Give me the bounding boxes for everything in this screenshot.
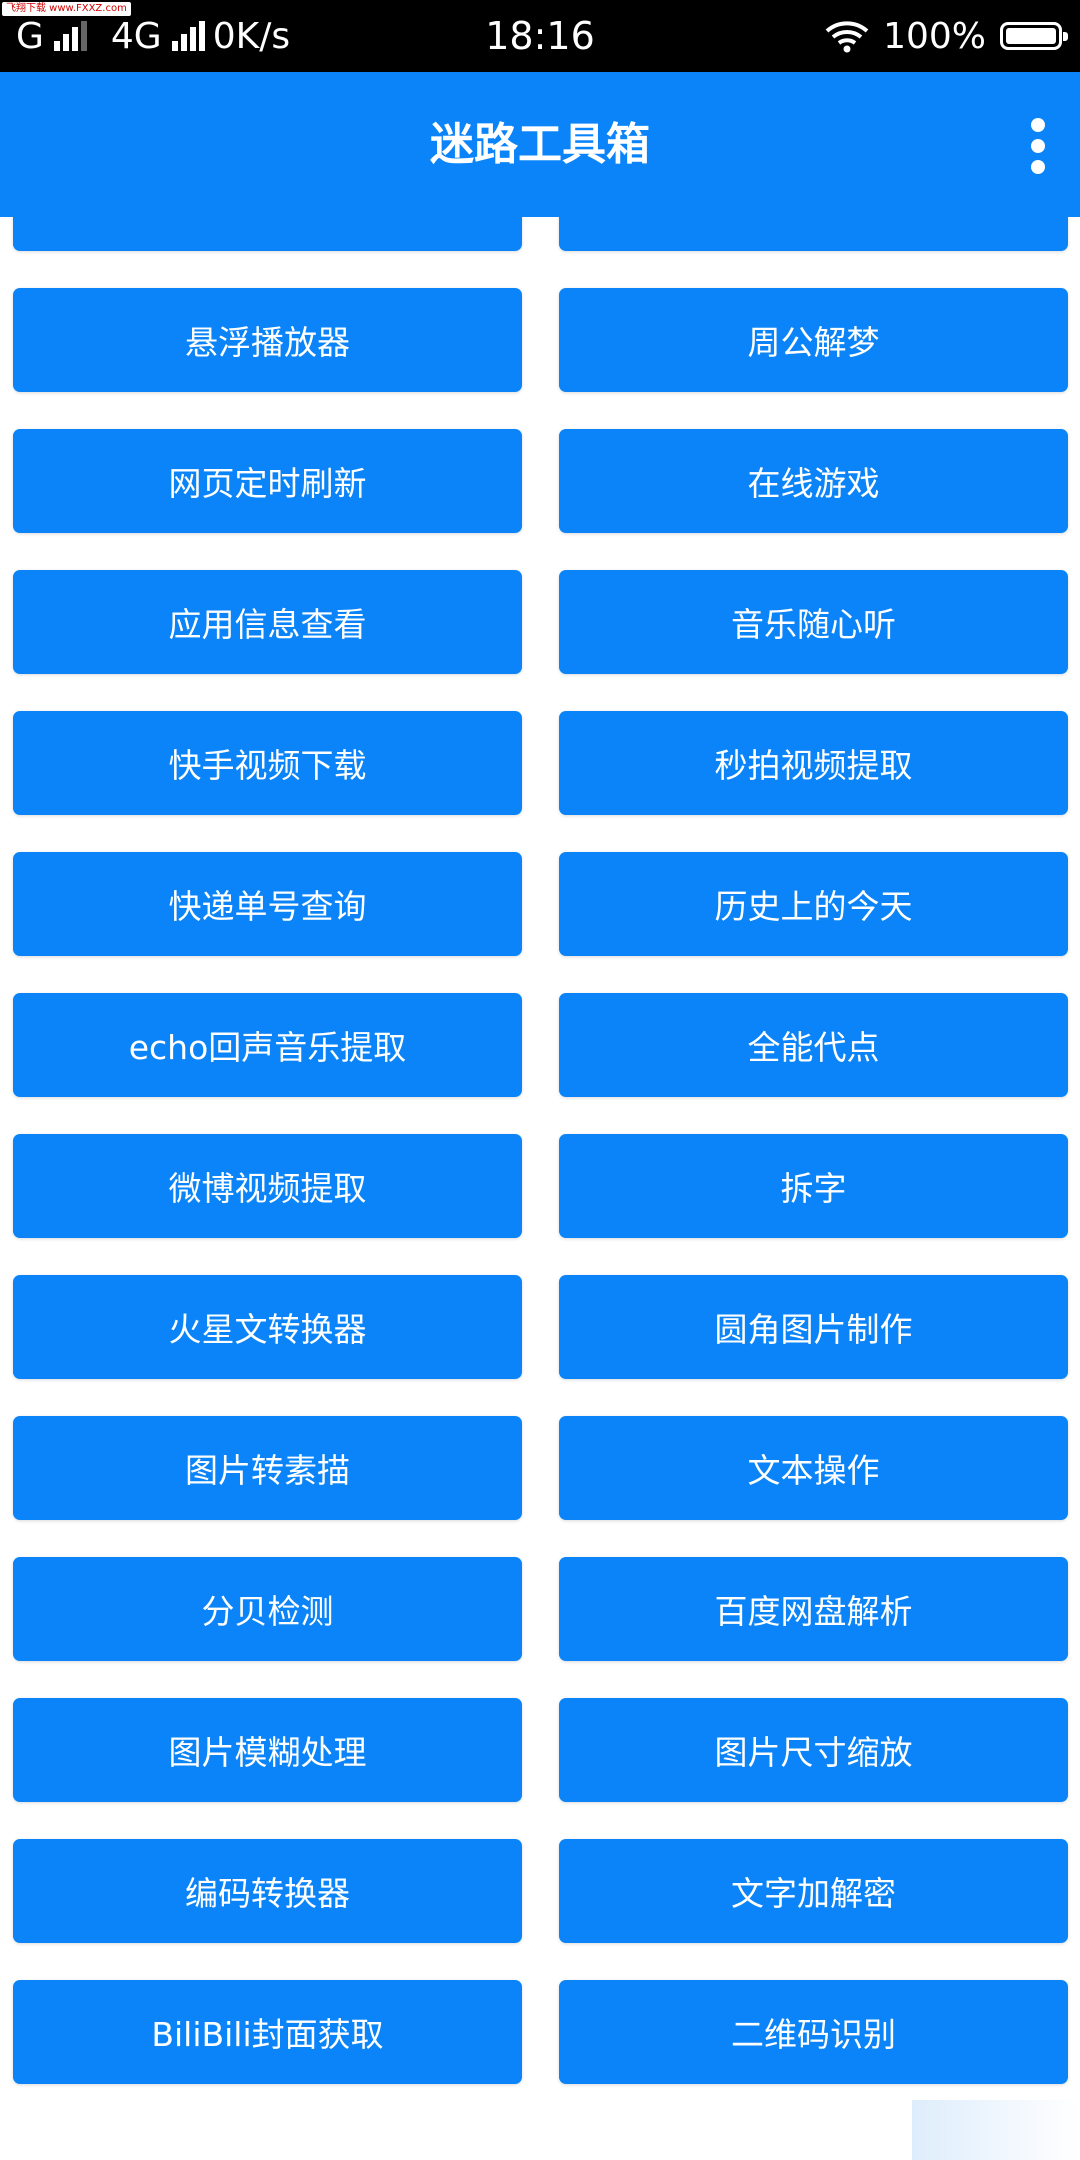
tool-button[interactable]: 文本操作 [559, 1416, 1068, 1520]
tool-button[interactable]: 圆角图片制作 [559, 1275, 1068, 1379]
status-right: 100% [825, 14, 1068, 58]
battery-icon [1000, 22, 1068, 50]
scroll-thumb[interactable] [912, 2100, 1080, 2160]
tool-button[interactable]: 历史上的今天 [559, 852, 1068, 956]
tool-list[interactable]: 悬浮播放器 周公解梦 网页定时刷新 在线游戏 应用信息查看 音乐随心听 快手视频… [0, 217, 1080, 2160]
tool-button[interactable]: 网页定时刷新 [13, 429, 522, 533]
tool-button[interactable]: 微博视频提取 [13, 1134, 522, 1238]
tool-button[interactable]: echo回声音乐提取 [13, 993, 522, 1097]
tool-button[interactable]: 文字加解密 [559, 1839, 1068, 1943]
tool-button[interactable]: 应用信息查看 [13, 570, 522, 674]
status-bar: 飞翔下载 www.FXXZ.com G 4G 0K/s 18:16 100% [0, 0, 1080, 72]
tool-button[interactable]: 在线游戏 [559, 429, 1068, 533]
tool-button[interactable] [13, 217, 522, 251]
tool-button[interactable]: 图片模糊处理 [13, 1698, 522, 1802]
tool-grid: 悬浮播放器 周公解梦 网页定时刷新 在线游戏 应用信息查看 音乐随心听 快手视频… [0, 217, 1080, 2084]
tool-button[interactable]: 图片尺寸缩放 [559, 1698, 1068, 1802]
tool-button[interactable]: 周公解梦 [559, 288, 1068, 392]
more-vert-icon[interactable] [1026, 118, 1050, 174]
page-title: 迷路工具箱 [430, 119, 650, 170]
tool-button[interactable]: 拆字 [559, 1134, 1068, 1238]
tool-button[interactable]: 百度网盘解析 [559, 1557, 1068, 1661]
battery-percent: 100% [883, 15, 986, 57]
tool-button[interactable]: 火星文转换器 [13, 1275, 522, 1379]
tool-button[interactable]: 二维码识别 [559, 1980, 1068, 2084]
wifi-icon [825, 21, 869, 53]
tool-button[interactable]: BiliBili封面获取 [13, 1980, 522, 2084]
tool-button[interactable]: 全能代点 [559, 993, 1068, 1097]
tool-button[interactable]: 音乐随心听 [559, 570, 1068, 674]
tool-button[interactable]: 快手视频下载 [13, 711, 522, 815]
app-bar: 迷路工具箱 [0, 72, 1080, 217]
tool-button[interactable]: 图片转素描 [13, 1416, 522, 1520]
tool-button[interactable]: 快递单号查询 [13, 852, 522, 956]
tool-button[interactable]: 编码转换器 [13, 1839, 522, 1943]
tool-button[interactable] [559, 217, 1068, 251]
tool-button[interactable]: 分贝检测 [13, 1557, 522, 1661]
tool-button[interactable]: 秒拍视频提取 [559, 711, 1068, 815]
tool-button[interactable]: 悬浮播放器 [13, 288, 522, 392]
